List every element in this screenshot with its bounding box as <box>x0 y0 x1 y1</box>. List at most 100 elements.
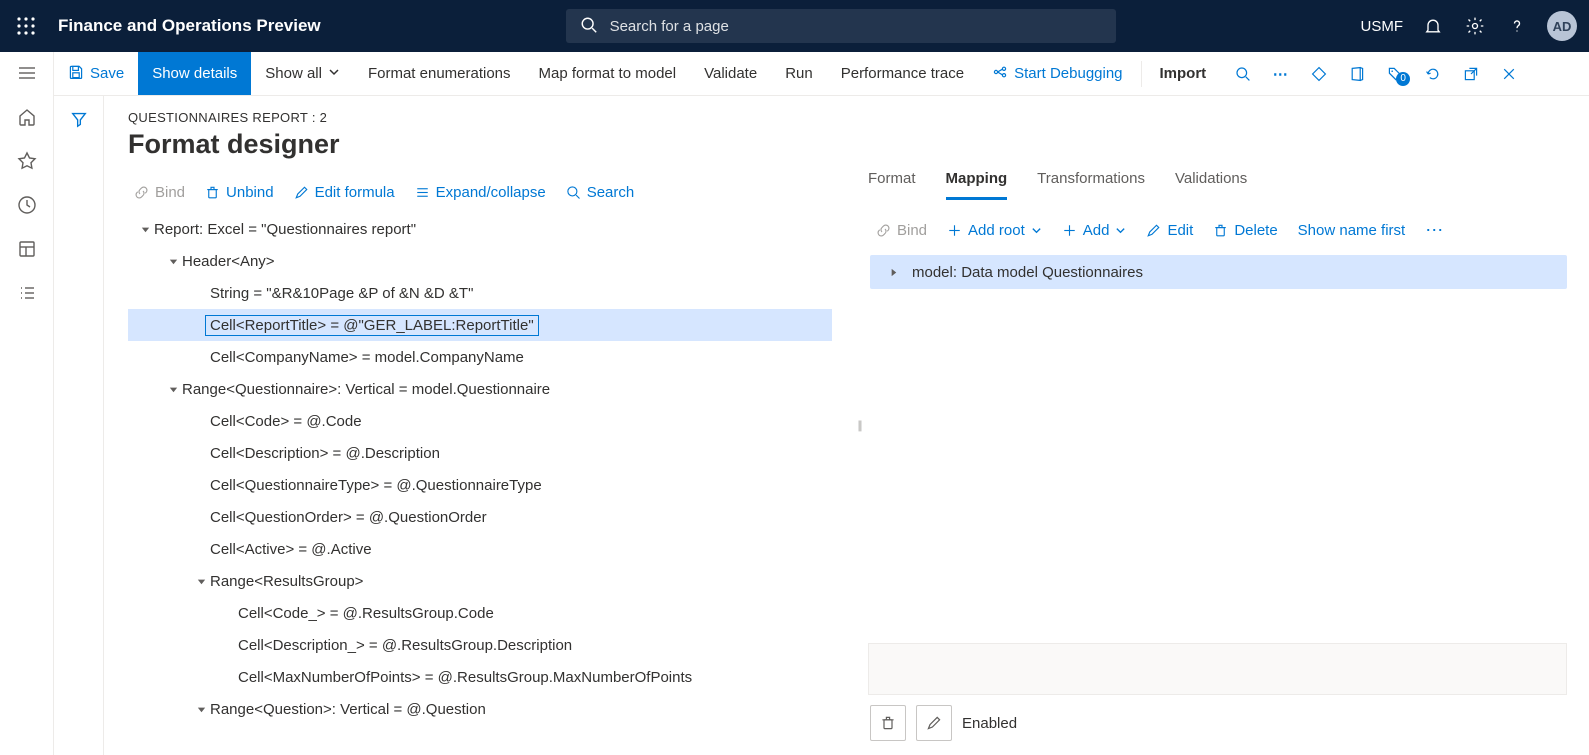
bind-button: Bind <box>134 184 185 201</box>
footer-blank <box>868 643 1567 695</box>
footer-delete-button[interactable] <box>870 705 906 741</box>
add-button[interactable]: Add <box>1062 222 1127 239</box>
tree-node-label: Cell<ReportTitle> = @"GER_LABEL:ReportTi… <box>210 317 538 334</box>
mapping-row[interactable]: model: Data model Questionnaires <box>870 255 1567 289</box>
expand-collapse-label: Expand/collapse <box>436 184 546 201</box>
tree-node[interactable]: Header<Any> <box>128 245 832 277</box>
app-launcher-icon[interactable] <box>6 6 46 46</box>
map-more-icon[interactable]: ⋯ <box>1425 220 1445 241</box>
chevron-right-icon <box>884 267 902 278</box>
tree-node[interactable]: Range<Questionnaire>: Vertical = model.Q… <box>128 373 832 405</box>
chevron-down-icon[interactable] <box>164 256 182 267</box>
funnel-icon[interactable] <box>70 110 88 755</box>
add-root-button[interactable]: Add root <box>947 222 1042 239</box>
mapping-pane: Format Mapping Transformations Validatio… <box>868 96 1589 755</box>
tree-wrap: Report: Excel = "Questionnaires report"H… <box>128 213 852 755</box>
tree-node[interactable]: Report: Excel = "Questionnaires report" <box>128 213 832 245</box>
chevron-down-icon[interactable] <box>164 384 182 395</box>
edit-label: Edit <box>1167 222 1193 239</box>
map-format-button[interactable]: Map format to model <box>525 52 691 95</box>
show-all-button[interactable]: Show all <box>251 52 354 95</box>
workspaces-icon[interactable] <box>16 238 38 260</box>
format-enumerations-label: Format enumerations <box>368 65 511 82</box>
header-right: USMF AD <box>1361 11 1578 41</box>
show-details-button[interactable]: Show details <box>138 52 251 95</box>
notifications-icon[interactable] <box>1421 14 1445 38</box>
workspace: Save Show details Show all Format enumer… <box>54 52 1589 755</box>
tree-node[interactable]: Cell<Active> = @.Active <box>128 533 832 565</box>
footer-edit-button[interactable] <box>916 705 952 741</box>
edit-formula-button[interactable]: Edit formula <box>294 184 395 201</box>
tree-node[interactable]: Cell<CompanyName> = model.CompanyName <box>128 341 832 373</box>
import-button[interactable]: Import <box>1146 52 1221 95</box>
save-button[interactable]: Save <box>54 52 138 95</box>
edit-formula-label: Edit formula <box>315 184 395 201</box>
filter-column <box>54 96 104 755</box>
start-debugging-button[interactable]: Start Debugging <box>978 52 1136 95</box>
tab-transformations[interactable]: Transformations <box>1037 162 1145 200</box>
validate-label: Validate <box>704 65 757 82</box>
import-label: Import <box>1160 65 1207 82</box>
attach-icon[interactable] <box>1300 66 1338 82</box>
chevron-down-icon <box>1031 225 1042 236</box>
home-icon[interactable] <box>16 106 38 128</box>
refresh-icon[interactable] <box>1414 66 1452 82</box>
nav-rail <box>0 52 54 755</box>
search-toolbar-icon[interactable] <box>1224 66 1262 82</box>
tree-node-label: Range<Question>: Vertical = @.Question <box>210 701 486 718</box>
delete-button[interactable]: Delete <box>1213 222 1277 239</box>
unbind-button[interactable]: Unbind <box>205 184 274 201</box>
map-format-label: Map format to model <box>539 65 677 82</box>
popout-icon[interactable] <box>1452 66 1490 82</box>
edit-button[interactable]: Edit <box>1146 222 1193 239</box>
tree-pane: QUESTIONNAIRES REPORT : 2 Format designe… <box>104 96 852 755</box>
chevron-down-icon[interactable] <box>136 224 154 235</box>
more-icon[interactable]: ⋯ <box>1262 65 1300 83</box>
tag-icon[interactable]: 0 <box>1376 66 1414 82</box>
tree-node[interactable]: Cell<Description> = @.Description <box>128 437 832 469</box>
tab-format[interactable]: Format <box>868 162 916 200</box>
performance-trace-button[interactable]: Performance trace <box>827 52 978 95</box>
tree-node[interactable]: Cell<QuestionnaireType> = @.Questionnair… <box>128 469 832 501</box>
toolbar-right-icons: ⋯ 0 <box>1224 65 1528 83</box>
action-toolbar: Save Show details Show all Format enumer… <box>54 52 1589 96</box>
tree-node[interactable]: Cell<Code> = @.Code <box>128 405 832 437</box>
hamburger-icon[interactable] <box>16 62 38 84</box>
splitter[interactable]: ∥ <box>852 96 868 755</box>
tree-search-button[interactable]: Search <box>566 184 635 201</box>
tree-node[interactable]: String = "&R&10Page &P of &N &D &T" <box>128 277 832 309</box>
tree-node[interactable]: Range<Question>: Vertical = @.Question <box>128 693 832 725</box>
help-icon[interactable] <box>1505 14 1529 38</box>
product-title: Finance and Operations Preview <box>58 16 321 36</box>
search-input[interactable] <box>608 17 1102 36</box>
user-avatar[interactable]: AD <box>1547 11 1577 41</box>
tree-node[interactable]: Cell<Code_> = @.ResultsGroup.Code <box>128 597 832 629</box>
favorites-icon[interactable] <box>16 150 38 172</box>
tree-scroll[interactable]: Report: Excel = "Questionnaires report"H… <box>128 213 852 755</box>
validate-button[interactable]: Validate <box>690 52 771 95</box>
settings-icon[interactable] <box>1463 14 1487 38</box>
run-button[interactable]: Run <box>771 52 827 95</box>
expand-collapse-button[interactable]: Expand/collapse <box>415 184 546 201</box>
tree-node[interactable]: Cell<QuestionOrder> = @.QuestionOrder <box>128 501 832 533</box>
tree-node[interactable]: Cell<MaxNumberOfPoints> = @.ResultsGroup… <box>128 661 832 693</box>
tab-mapping[interactable]: Mapping <box>946 162 1008 200</box>
close-icon[interactable] <box>1490 66 1528 82</box>
office-icon[interactable] <box>1338 66 1376 82</box>
chevron-down-icon[interactable] <box>192 704 210 715</box>
show-name-first-button[interactable]: Show name first <box>1298 222 1406 239</box>
main-panes: QUESTIONNAIRES REPORT : 2 Format designe… <box>104 96 1589 755</box>
tree-node[interactable]: Range<ResultsGroup> <box>128 565 832 597</box>
show-name-first-label: Show name first <box>1298 222 1406 239</box>
global-search[interactable] <box>566 9 1116 43</box>
tab-validations[interactable]: Validations <box>1175 162 1247 200</box>
modules-icon[interactable] <box>16 282 38 304</box>
breadcrumb: QUESTIONNAIRES REPORT : 2 <box>128 110 852 125</box>
tree-node[interactable]: Cell<ReportTitle> = @"GER_LABEL:ReportTi… <box>128 309 832 341</box>
chevron-down-icon[interactable] <box>192 576 210 587</box>
tree-node[interactable]: Cell<Description_> = @.ResultsGroup.Desc… <box>128 629 832 661</box>
recent-icon[interactable] <box>16 194 38 216</box>
format-enumerations-button[interactable]: Format enumerations <box>354 52 525 95</box>
company-picker[interactable]: USMF <box>1361 18 1404 35</box>
bind-label: Bind <box>155 184 185 201</box>
